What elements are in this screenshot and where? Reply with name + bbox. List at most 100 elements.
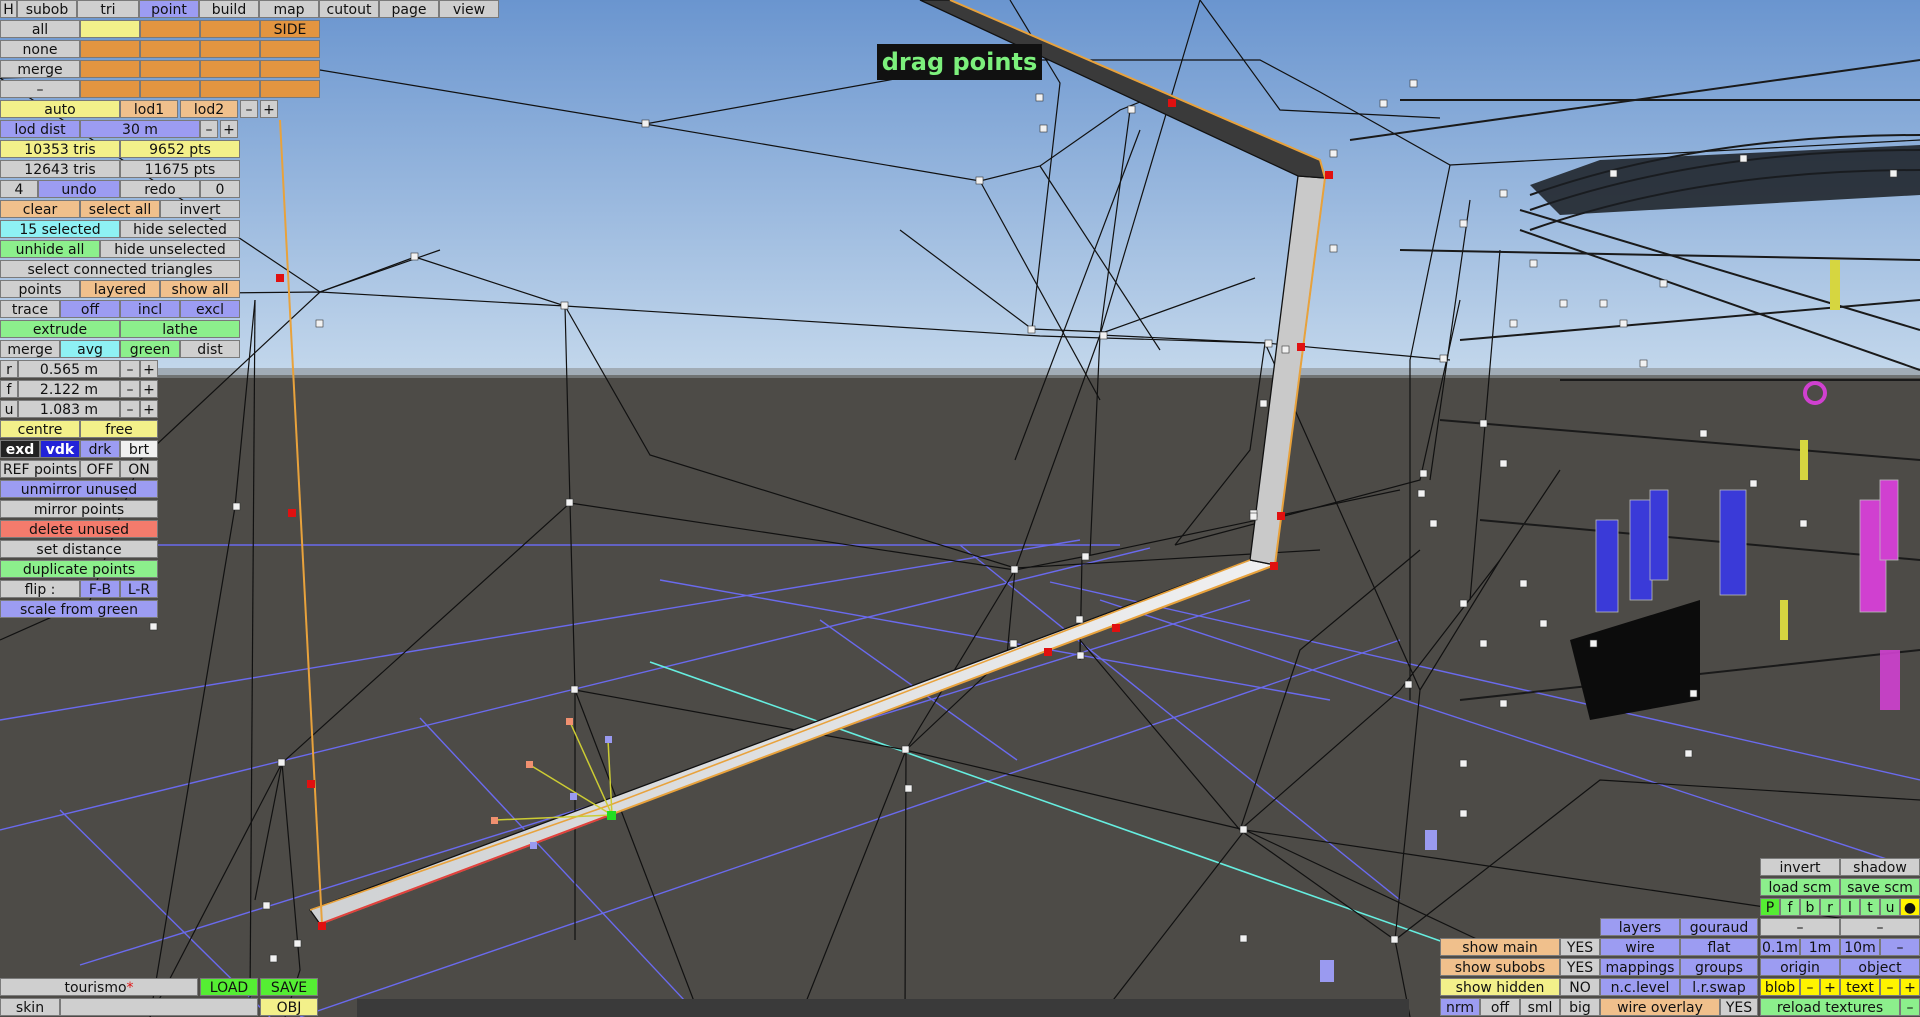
lod1-button[interactable]: lod1 [120,100,178,118]
skin-field[interactable] [60,998,258,1016]
delete-unused-button[interactable]: delete unused [0,520,158,538]
grid-cell[interactable] [260,80,320,98]
redo-button[interactable]: redo [120,180,200,198]
clear-button[interactable]: clear [0,200,80,218]
grid-cell[interactable] [80,40,140,58]
side-cell[interactable]: SIDE [260,20,320,38]
invert-button[interactable]: invert [1760,858,1840,876]
grid-cell[interactable] [80,20,140,38]
dim-f-minus[interactable]: – [120,380,140,398]
tab-build[interactable]: build [199,0,259,18]
grid-cell[interactable] [200,20,260,38]
trace-excl-button[interactable]: excl [180,300,240,318]
select-merge-row[interactable]: merge [0,60,80,78]
grid-cell[interactable] [260,60,320,78]
grid-cell[interactable] [200,80,260,98]
wire-button[interactable]: wire [1600,938,1680,956]
undo-button[interactable]: undo [38,180,120,198]
lod-plus-button[interactable]: + [260,100,278,118]
points-toggle[interactable]: points [0,280,80,298]
step-0-1m-button[interactable]: 0.1m [1760,938,1800,956]
show-main-label[interactable]: show main [1440,938,1560,956]
dim-r-plus[interactable]: + [140,360,158,378]
h-button[interactable]: H [0,0,17,18]
ref-off-button[interactable]: OFF [80,460,120,478]
grid-cell[interactable] [140,40,200,58]
load-button[interactable]: LOAD [200,978,258,996]
set-distance-button[interactable]: set distance [0,540,158,558]
shade-exd-button[interactable]: exd [0,440,40,458]
big-button[interactable]: big [1560,998,1600,1016]
blob-minus-button[interactable]: – [1800,978,1820,996]
tab-subob[interactable]: subob [17,0,77,18]
blob-label[interactable]: blob [1760,978,1800,996]
dim-u-minus[interactable]: – [120,400,140,418]
trace-incl-button[interactable]: incl [120,300,180,318]
invert-selection-button[interactable]: invert [160,200,240,218]
object-button[interactable]: object [1840,958,1920,976]
text-plus-button[interactable]: + [1900,978,1920,996]
select-all-row[interactable]: all [0,20,80,38]
shade-vdk-button[interactable]: vdk [40,440,80,458]
tab-view[interactable]: view [439,0,499,18]
show-subobs-value[interactable]: YES [1560,958,1600,976]
groups-button[interactable]: groups [1680,958,1758,976]
origin-button[interactable]: origin [1760,958,1840,976]
flip-lr-button[interactable]: L-R [120,580,158,598]
dim-f-plus[interactable]: + [140,380,158,398]
off-button[interactable]: off [1480,998,1520,1016]
duplicate-points-button[interactable]: duplicate points [0,560,158,578]
select-all-button[interactable]: select all [80,200,160,218]
dim-f-value[interactable]: 2.122 m [18,380,120,398]
lod-dist-plus-button[interactable]: + [220,120,238,138]
grid-cell[interactable] [140,80,200,98]
load-scm-button[interactable]: load scm [1760,878,1840,896]
step-10m-button[interactable]: 10m [1840,938,1880,956]
grid-cell[interactable] [140,20,200,38]
grid-cell[interactable] [200,40,260,58]
free-button[interactable]: free [80,420,158,438]
shade-drk-button[interactable]: drk [80,440,120,458]
select-dash-row[interactable]: – [0,80,80,98]
wire-overlay-label[interactable]: wire overlay [1600,998,1720,1016]
merge-avg-button[interactable]: avg [60,340,120,358]
save-scm-button[interactable]: save scm [1840,878,1920,896]
merge-button[interactable]: merge [0,340,60,358]
lathe-button[interactable]: lathe [120,320,240,338]
dim-r-value[interactable]: 0.565 m [18,360,120,378]
tab-point[interactable]: point [139,0,199,18]
lr-swap-button[interactable]: l.r.swap [1680,978,1758,996]
nrm-button[interactable]: nrm [1440,998,1480,1016]
lod2-button[interactable]: lod2 [180,100,238,118]
mirror-points-button[interactable]: mirror points [0,500,158,518]
dash-button[interactable]: – [1840,918,1920,936]
toggle-b[interactable]: b [1800,898,1820,916]
step-1m-button[interactable]: 1m [1800,938,1840,956]
toggle-l[interactable]: l [1840,898,1860,916]
lod-dist-minus-button[interactable]: – [200,120,218,138]
toggle-dot[interactable]: ● [1900,898,1920,916]
dim-u-plus[interactable]: + [140,400,158,418]
merge-dist-button[interactable]: dist [180,340,240,358]
select-none-row[interactable]: none [0,40,80,58]
tab-cutout[interactable]: cutout [319,0,379,18]
blob-plus-button[interactable]: + [1820,978,1840,996]
show-all-toggle[interactable]: show all [160,280,240,298]
show-subobs-label[interactable]: show subobs [1440,958,1560,976]
nc-level-button[interactable]: n.c.level [1600,978,1680,996]
merge-green-button[interactable]: green [120,340,180,358]
flip-fb-button[interactable]: F-B [80,580,120,598]
toggle-t[interactable]: t [1860,898,1880,916]
toggle-u[interactable]: u [1880,898,1900,916]
dim-u-value[interactable]: 1.083 m [18,400,120,418]
reload-dash-button[interactable]: – [1900,998,1920,1016]
mappings-button[interactable]: mappings [1600,958,1680,976]
dash-button[interactable]: – [1760,918,1840,936]
reload-textures-button[interactable]: reload textures [1760,998,1900,1016]
hide-selected-button[interactable]: hide selected [120,220,240,238]
unmirror-unused-button[interactable]: unmirror unused [0,480,158,498]
trace-off-button[interactable]: off [60,300,120,318]
shadow-button[interactable]: shadow [1840,858,1920,876]
tab-map[interactable]: map [259,0,319,18]
select-connected-triangles-button[interactable]: select connected triangles [0,260,240,278]
